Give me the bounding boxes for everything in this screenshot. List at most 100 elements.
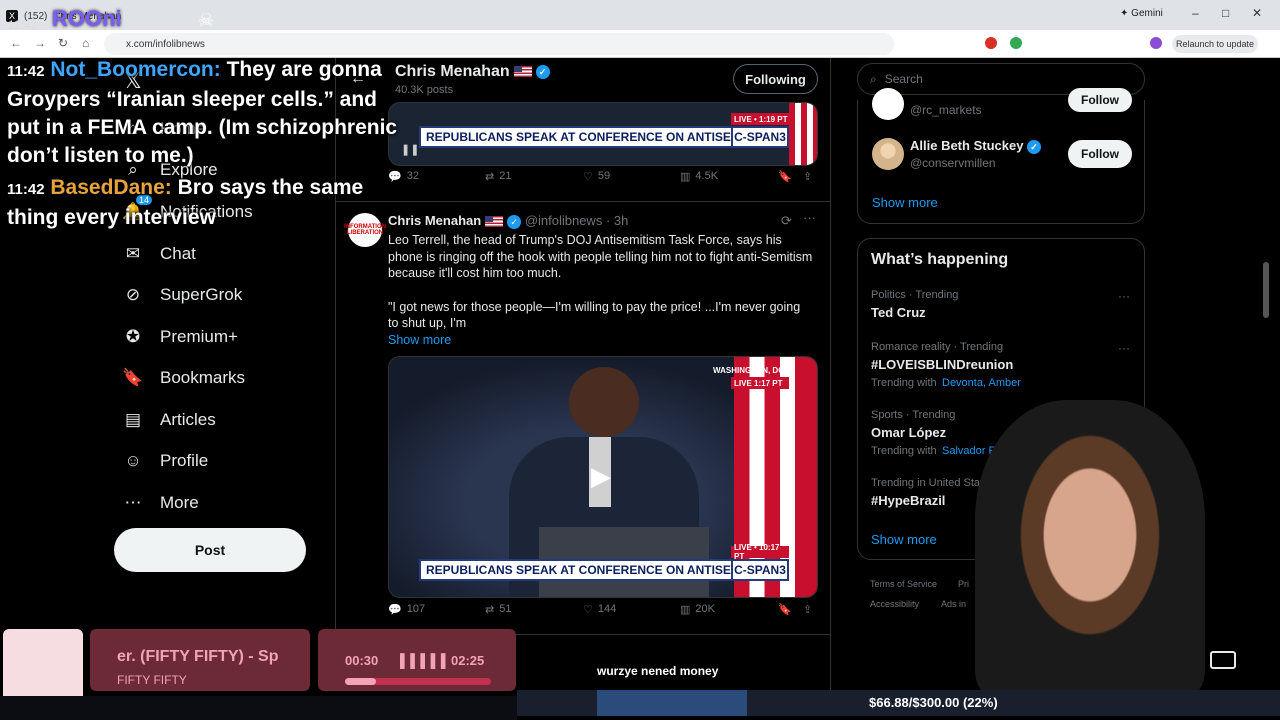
like-button[interactable]: ♡ 144 — [583, 603, 616, 616]
chat-message: 11:42 Not_Boomercon: They are gonna Groy… — [7, 56, 402, 170]
bookmark-icon[interactable]: 🔖 — [778, 603, 792, 616]
profile-avatar-icon[interactable] — [1150, 37, 1162, 49]
footer-link[interactable]: Ads in — [941, 599, 966, 609]
avatar[interactable] — [872, 88, 904, 120]
trend-context: Romance reality · Trending — [871, 341, 1004, 353]
tweet-paragraph: Leo Terrell, the head of Trump's DOJ Ant… — [388, 233, 813, 280]
play-icon[interactable]: ▶ — [591, 461, 621, 491]
pause-icon[interactable]: ❚❚ — [401, 143, 419, 156]
follow-button[interactable]: Follow — [1068, 88, 1132, 112]
sidebar-item-bookmarks[interactable]: 🔖 Bookmarks — [122, 367, 245, 389]
chat-timestamp: 11:42 — [7, 63, 45, 80]
browser-toolbar: ← → ↻ ⌂ x.com/infolibnews Relaunch to up… — [0, 30, 1280, 58]
verified-badge-icon: ✓ — [535, 64, 550, 79]
sidebar-item-supergrok[interactable]: ⊘ SuperGrok — [122, 284, 242, 306]
sidebar-item-more[interactable]: ⋯ More — [122, 492, 199, 514]
share-icon[interactable]: ⇪ — [803, 603, 812, 616]
reply-button[interactable]: 💬 107 — [388, 603, 425, 616]
scrollbar[interactable] — [1263, 262, 1269, 318]
song-progress-fill — [345, 678, 376, 685]
footer-link[interactable]: Accessibility — [870, 599, 919, 609]
flag-image — [789, 103, 817, 165]
gemini-button[interactable]: ✦ Gemini — [1120, 8, 1163, 19]
chat-message: 11:42 BasedDane: Bro says the same thing… — [7, 174, 402, 232]
view-count: 4.5K — [695, 170, 719, 182]
views-button[interactable]: ▥ 4.5K — [680, 170, 718, 183]
sidebar-item-label: Articles — [160, 410, 216, 429]
back-arrow-icon[interactable]: ← — [10, 36, 22, 50]
repost-button[interactable]: ⇄ 21 — [485, 170, 511, 183]
tweet-paragraph: "I got news for those people—I'm willing… — [388, 299, 801, 331]
more-options-icon[interactable]: ··· — [803, 210, 816, 225]
relaunch-button[interactable]: Relaunch to update — [1172, 35, 1258, 53]
maximize-icon[interactable]: □ — [1222, 6, 1229, 20]
us-flag-icon — [513, 66, 532, 78]
footer-link[interactable]: Terms of Service — [870, 579, 937, 589]
tweet1-video[interactable]: LIVE • 1:19 PT REPUBLICANS SPEAK AT CONF… — [388, 102, 818, 166]
heart-icon: ♡ — [583, 603, 593, 616]
repost-button[interactable]: ⇄ 51 — [485, 603, 511, 616]
chat-username: Not_Boomercon: — [50, 58, 221, 81]
views-icon: ▥ — [680, 170, 691, 183]
follow-handle[interactable]: @conservmillen — [910, 156, 996, 170]
profile-name-text: Chris Menahan — [395, 63, 510, 80]
live-badge: LIVE • 10:17 PT — [731, 543, 789, 561]
trend-related-link[interactable]: Devonta, Amber — [942, 377, 1021, 389]
share-icon[interactable]: ⇪ — [803, 170, 812, 183]
tweet-time[interactable]: · 3h — [606, 213, 628, 228]
show-more-link[interactable]: Show more — [388, 332, 813, 349]
trend-sub: Trending with — [871, 445, 937, 457]
forward-arrow-icon[interactable]: → — [34, 36, 46, 50]
home-browser-icon[interactable]: ⌂ — [82, 36, 89, 50]
sidebar-item-label: More — [160, 493, 199, 512]
tweet-divider — [336, 201, 830, 202]
now-playing-song: er. (FIFTY FIFTY) - Sp FIFTY FIFTY — [90, 629, 310, 691]
trend-topic[interactable]: #HypeBrazil — [871, 493, 945, 508]
repost-icon: ⇄ — [485, 170, 495, 183]
song-title: er. (FIFTY FIFTY) - Sp — [117, 648, 279, 665]
sidebar-item-profile[interactable]: ☺ Profile — [122, 450, 208, 472]
more-options-icon[interactable]: ··· — [1118, 341, 1130, 355]
total-time: 02:25 — [451, 653, 485, 668]
sidebar-item-chat[interactable]: ✉ Chat — [122, 243, 196, 265]
post-button[interactable]: Post — [114, 528, 306, 572]
more-options-icon[interactable]: ··· — [1118, 289, 1130, 303]
footer-link[interactable]: Pri — [958, 579, 969, 589]
show-more-link[interactable]: Show more — [872, 195, 938, 210]
following-button[interactable]: Following — [733, 64, 818, 94]
goal-text: $66.88/$300.00 (22%) — [869, 695, 998, 710]
sidebar-item-premium[interactable]: ✪ Premium+ — [122, 326, 238, 348]
extension-icon[interactable] — [1010, 37, 1022, 49]
tweet2-video[interactable]: WASHINGTON, DC LIVE 1:17 PT LIVE • 10:17… — [388, 356, 818, 598]
chat-icon: ✉ — [125, 244, 141, 263]
messages-icon[interactable] — [1210, 651, 1236, 669]
follow-button[interactable]: Follow — [1068, 140, 1132, 168]
video-chyron: REPUBLICANS SPEAK AT CONFERENCE ON ANTIS… — [419, 559, 780, 581]
trend-topic[interactable]: #LOVEISBLINDreunion — [871, 357, 1013, 372]
overlay-caption: wurzye nened money — [597, 664, 719, 678]
sidebar-item-articles[interactable]: ▤ Articles — [122, 409, 216, 431]
show-more-link[interactable]: Show more — [871, 532, 937, 547]
song-progress — [345, 678, 491, 685]
avatar[interactable] — [872, 138, 904, 170]
reload-icon[interactable]: ↻ — [58, 36, 68, 50]
goal-fill — [597, 690, 748, 716]
sidebar-item-label: Profile — [160, 451, 209, 470]
close-icon[interactable]: ✕ — [1252, 6, 1262, 20]
trend-context: Trending in United States — [871, 477, 995, 489]
trend-topic[interactable]: Ted Cruz — [871, 305, 926, 320]
grok-icon[interactable]: ⟳ — [781, 213, 792, 229]
like-button[interactable]: ♡ 59 — [583, 170, 610, 183]
trend-topic[interactable]: Omar López — [871, 425, 946, 440]
bookmark-icon[interactable]: 🔖 — [778, 170, 792, 183]
views-button[interactable]: ▥ 20K — [680, 603, 715, 616]
follow-name[interactable]: Allie Beth Stuckey — [910, 138, 1023, 153]
tab-bar: X (152) Chris Menahan ✦ Gemini – □ ✕ — [0, 0, 1280, 30]
minimize-icon[interactable]: – — [1192, 6, 1199, 20]
follow-handle[interactable]: @rc_markets — [910, 103, 982, 117]
extension-icon[interactable] — [985, 37, 997, 49]
address-bar[interactable]: x.com/infolibnews — [104, 33, 894, 55]
tweet2-text: Leo Terrell, the head of Trump's DOJ Ant… — [388, 232, 813, 348]
grok-icon: ⊘ — [125, 285, 141, 304]
tweet-handle[interactable]: @infolibnews — [525, 213, 603, 228]
